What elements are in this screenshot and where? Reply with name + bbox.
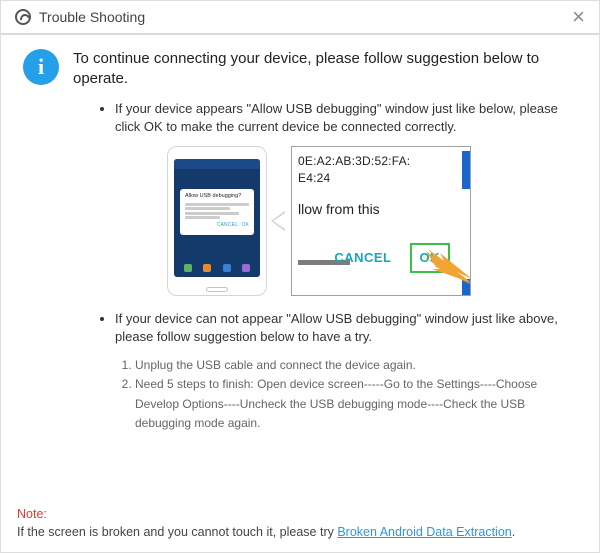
phone-screen: Allow USB debugging? CANCEL OK — [174, 159, 260, 277]
broken-android-link[interactable]: Broken Android Data Extraction — [337, 525, 511, 539]
intro-row: i To continue connecting your device, pl… — [23, 49, 577, 90]
dialog-body: i To continue connecting your device, pl… — [1, 35, 599, 433]
info-icon: i — [23, 49, 59, 85]
intro-text: To continue connecting your device, plea… — [73, 49, 577, 90]
speech-arrow-icon — [271, 211, 285, 231]
suggestion-text: If your device can not appear "Allow USB… — [115, 311, 558, 344]
window-header: Trouble Shooting × — [1, 1, 599, 35]
note-tail: . — [512, 525, 515, 539]
phone-dialog-buttons: CANCEL OK — [185, 222, 249, 229]
rsa-fingerprint: 0E:A2:AB:3D:52:FA: E4:24 — [292, 147, 470, 189]
allow-from-text: llow from this — [292, 188, 470, 228]
illustration: Allow USB debugging? CANCEL OK — [167, 146, 577, 296]
step-item: Need 5 steps to finish: Open device scre… — [135, 375, 577, 433]
window-title: Trouble Shooting — [39, 9, 145, 25]
list-item: If your device appears "Allow USB debugg… — [115, 100, 577, 296]
suggestion-list: If your device appears "Allow USB debugg… — [23, 100, 577, 434]
note-block: Note: If the screen is broken and you ca… — [17, 505, 583, 543]
suggestion-text: If your device appears "Allow USB debugg… — [115, 101, 558, 134]
phone-dock-icons — [174, 261, 260, 275]
phone-dialog: Allow USB debugging? CANCEL OK — [180, 189, 254, 235]
step-item: Unplug the USB cable and connect the dev… — [135, 356, 577, 375]
phone-dialog-title: Allow USB debugging? — [185, 193, 249, 201]
dialog-zoom: 0E:A2:AB:3D:52:FA: E4:24 llow from this … — [291, 146, 471, 296]
close-icon[interactable]: × — [572, 9, 585, 25]
note-text: If the screen is broken and you cannot t… — [17, 525, 337, 539]
note-label: Note: — [17, 507, 47, 521]
cancel-button: CANCEL — [334, 249, 391, 267]
phone-mockup: Allow USB debugging? CANCEL OK — [167, 146, 267, 296]
app-icon — [15, 9, 31, 25]
home-button-icon — [206, 287, 228, 292]
steps-list: Unplug the USB cable and connect the dev… — [115, 356, 577, 433]
list-item: If your device can not appear "Allow USB… — [115, 310, 577, 433]
